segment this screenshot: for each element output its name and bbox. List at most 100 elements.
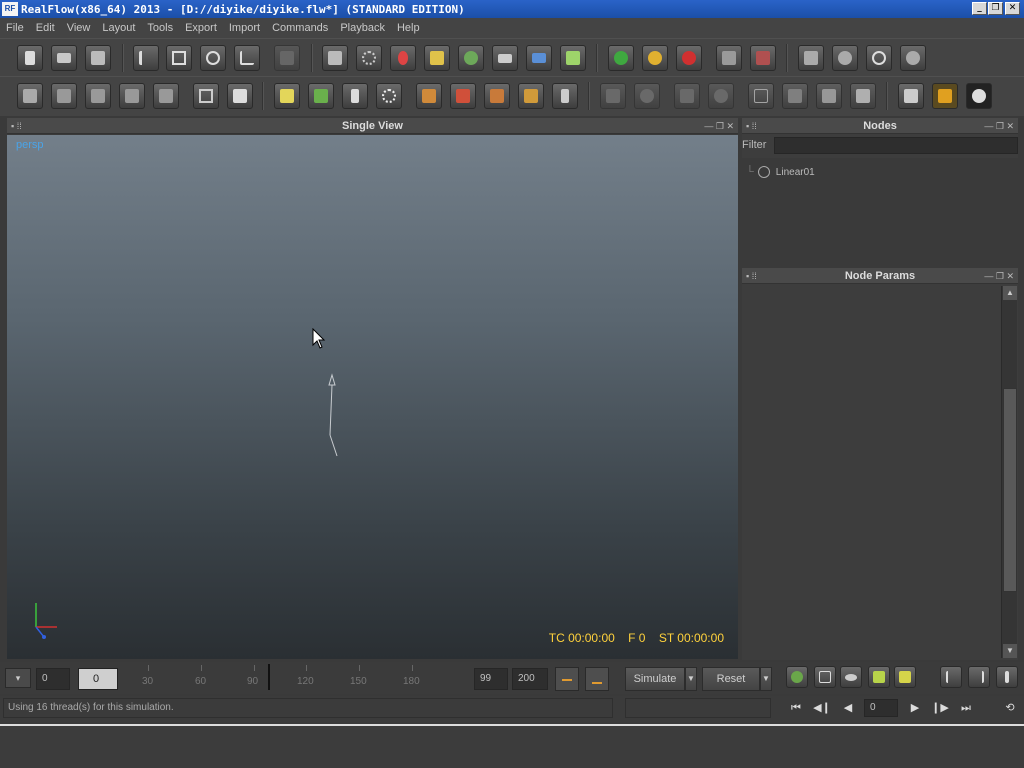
add-camera-button[interactable] bbox=[492, 45, 518, 71]
current-frame-field[interactable]: 0 bbox=[78, 668, 118, 690]
menu-export[interactable]: Export bbox=[185, 22, 217, 34]
go-to-end-icon[interactable]: ⏭ bbox=[956, 699, 976, 717]
reset-button[interactable]: Reset bbox=[702, 667, 760, 691]
mesh-crack-button[interactable] bbox=[484, 83, 510, 109]
layout-button-4[interactable] bbox=[119, 83, 145, 109]
add-domain-button[interactable] bbox=[560, 45, 586, 71]
scale-tool-button[interactable] bbox=[234, 45, 260, 71]
end-frame-field[interactable]: 99 bbox=[474, 668, 508, 690]
params-scrollbar[interactable]: ▲ ▼ bbox=[1001, 286, 1017, 658]
step-forward-icon[interactable]: ❙▶ bbox=[930, 699, 950, 717]
render-settings-button[interactable] bbox=[898, 83, 924, 109]
curve-editor-button[interactable] bbox=[342, 83, 368, 109]
batch-run-button[interactable] bbox=[832, 45, 858, 71]
green-status-button[interactable] bbox=[608, 45, 634, 71]
menu-layout[interactable]: Layout bbox=[102, 22, 135, 34]
simulate-button[interactable]: Simulate bbox=[625, 667, 685, 691]
max-frame-field[interactable]: 200 bbox=[512, 668, 548, 690]
hourglass-button[interactable] bbox=[552, 83, 578, 109]
menu-import[interactable]: Import bbox=[229, 22, 260, 34]
3d-viewport[interactable]: persp TC 00:00:00 F 0 ST 00:00:00 bbox=[7, 135, 738, 659]
range-right-button[interactable] bbox=[585, 667, 609, 691]
layout-button-3[interactable] bbox=[85, 83, 111, 109]
add-wave-button[interactable] bbox=[526, 45, 552, 71]
eye-button[interactable] bbox=[840, 666, 862, 688]
add-emitter-button[interactable] bbox=[322, 45, 348, 71]
loop-icon[interactable]: ⟲ bbox=[1000, 699, 1020, 717]
add-object-button[interactable] bbox=[424, 45, 450, 71]
menu-view[interactable]: View bbox=[67, 22, 91, 34]
scroll-thumb[interactable] bbox=[1003, 388, 1017, 592]
shade-button-1[interactable] bbox=[748, 83, 774, 109]
menu-commands[interactable]: Commands bbox=[272, 22, 328, 34]
play-forward-icon[interactable]: ▶ bbox=[905, 699, 925, 717]
reset-dropdown-icon[interactable]: ▼ bbox=[760, 667, 772, 691]
layout-button-2[interactable] bbox=[51, 83, 77, 109]
scroll-down-icon[interactable]: ▼ bbox=[1003, 644, 1017, 658]
playback-frame-field[interactable]: 0 bbox=[864, 699, 898, 717]
simulate-dropdown-icon[interactable]: ▼ bbox=[685, 667, 697, 691]
particle-viewer-button[interactable] bbox=[376, 83, 402, 109]
panel-window-controls-icon[interactable]: — ❐ ✕ bbox=[984, 118, 1014, 134]
view-box-solid-button[interactable] bbox=[227, 83, 253, 109]
menu-edit[interactable]: Edit bbox=[36, 22, 55, 34]
move-tool-button[interactable] bbox=[166, 45, 192, 71]
relationship-button[interactable] bbox=[308, 83, 334, 109]
menu-tools[interactable]: Tools bbox=[147, 22, 173, 34]
panel-window-controls-icon[interactable]: — ❐ ✕ bbox=[704, 118, 734, 134]
camera-label[interactable]: persp bbox=[16, 139, 44, 151]
graph-editor-button[interactable] bbox=[274, 83, 300, 109]
start-frame-field[interactable]: 0 bbox=[36, 668, 70, 690]
new-scene-button[interactable] bbox=[17, 45, 43, 71]
star-green-button[interactable] bbox=[868, 666, 890, 688]
export-green-button[interactable] bbox=[716, 45, 742, 71]
timeline-mode-dropdown[interactable]: ▾ bbox=[5, 668, 31, 688]
nav-left-button[interactable] bbox=[940, 666, 962, 688]
emitter-gizmo[interactable] bbox=[317, 330, 357, 470]
menu-file[interactable]: File bbox=[6, 22, 24, 34]
open-scene-button[interactable] bbox=[51, 45, 77, 71]
rotate-tool-button[interactable] bbox=[200, 45, 226, 71]
add-particles-button[interactable] bbox=[356, 45, 382, 71]
maxwell-button[interactable] bbox=[966, 83, 992, 109]
shade-button-4[interactable] bbox=[850, 83, 876, 109]
save-scene-button[interactable] bbox=[85, 45, 111, 71]
fire-button[interactable] bbox=[932, 83, 958, 109]
play-back-icon[interactable]: ◀ bbox=[838, 699, 858, 717]
yellow-status-button[interactable] bbox=[642, 45, 668, 71]
mesh-red-button[interactable] bbox=[450, 83, 476, 109]
view-box-button[interactable] bbox=[193, 83, 219, 109]
range-left-button[interactable] bbox=[555, 667, 579, 691]
playhead-marker[interactable] bbox=[268, 664, 270, 690]
panel-window-controls-icon[interactable]: — ❐ ✕ bbox=[984, 268, 1014, 284]
dyn-button-4[interactable] bbox=[708, 83, 734, 109]
red-status-button[interactable] bbox=[676, 45, 702, 71]
select-tool-button[interactable] bbox=[133, 45, 159, 71]
script-run-button[interactable] bbox=[798, 45, 824, 71]
panel-grip-icon[interactable]: ▪ ⁞⁞ bbox=[746, 268, 757, 284]
export-red-button[interactable] bbox=[750, 45, 776, 71]
list-item[interactable]: └ Linear01 bbox=[746, 164, 815, 180]
add-daemon-button[interactable] bbox=[390, 45, 416, 71]
dyn-button-2[interactable] bbox=[634, 83, 660, 109]
dyn-button-3[interactable] bbox=[674, 83, 700, 109]
menu-playback[interactable]: Playback bbox=[340, 22, 385, 34]
timer-button[interactable] bbox=[866, 45, 892, 71]
minimize-button[interactable]: _ bbox=[972, 2, 987, 15]
wrench-button[interactable] bbox=[996, 666, 1018, 688]
scroll-up-icon[interactable]: ▲ bbox=[1003, 286, 1017, 300]
layout-button-1[interactable] bbox=[17, 83, 43, 109]
render-button[interactable] bbox=[900, 45, 926, 71]
add-mesh-button[interactable] bbox=[458, 45, 484, 71]
filter-input[interactable] bbox=[774, 137, 1018, 154]
star-yellow-button[interactable] bbox=[894, 666, 916, 688]
close-button[interactable]: ✕ bbox=[1005, 2, 1020, 15]
menu-help[interactable]: Help bbox=[397, 22, 420, 34]
shade-button-3[interactable] bbox=[816, 83, 842, 109]
link-tool-button[interactable] bbox=[274, 45, 300, 71]
maximize-button[interactable]: ❐ bbox=[988, 2, 1003, 15]
resize-button[interactable] bbox=[814, 666, 836, 688]
panel-grip-icon[interactable]: ▪ ⁞⁞ bbox=[11, 118, 22, 134]
layout-button-5[interactable] bbox=[153, 83, 179, 109]
visibility-green-button[interactable] bbox=[786, 666, 808, 688]
